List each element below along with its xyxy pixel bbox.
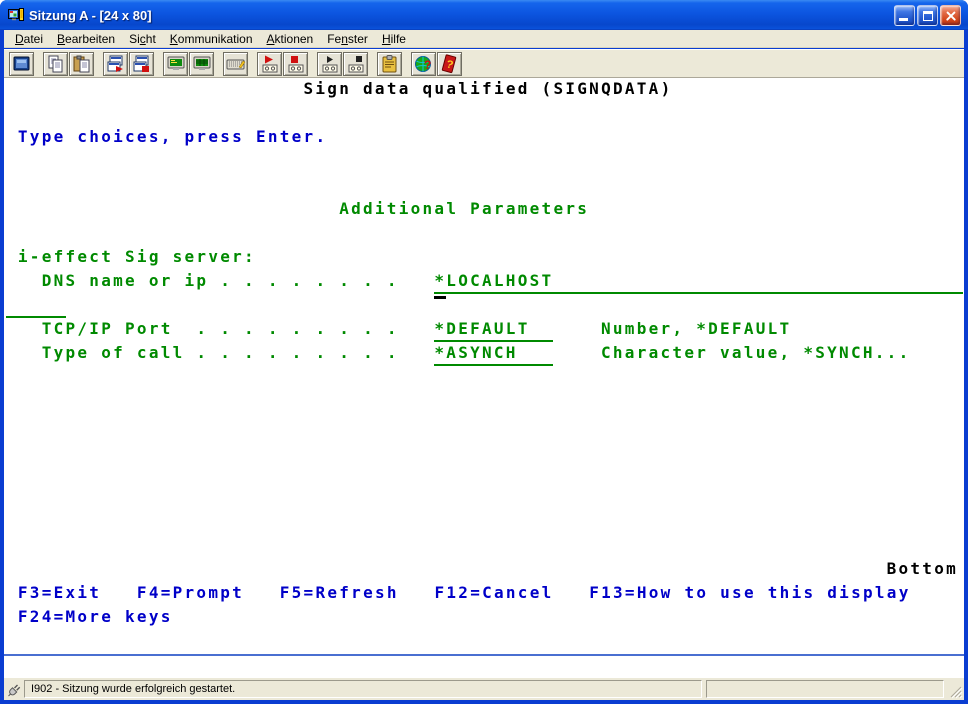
macro-play-icon — [260, 54, 280, 74]
display-grid-icon — [192, 54, 212, 74]
toolbar-button-tape-play[interactable] — [317, 52, 342, 76]
toolbar-button-send-screen[interactable] — [103, 52, 128, 76]
terminal-screen[interactable]: Sign data qualified (SIGNQDATA) Type choi… — [4, 78, 964, 654]
group-label: i-effect Sig server: — [18, 246, 256, 268]
tape-stop-icon — [346, 54, 366, 74]
menu-item-aktionen-text: A — [267, 32, 275, 46]
paste-icon — [72, 54, 92, 74]
port-field[interactable]: *DEFAULT — [434, 318, 553, 342]
window-title: Sitzung A - [24 x 80] — [29, 8, 152, 23]
keyboard-icon — [226, 54, 246, 74]
toolbar-button-macro-play[interactable] — [257, 52, 282, 76]
dns-field-continuation[interactable] — [6, 294, 66, 318]
toolbar-button-web-help[interactable]: ? — [411, 52, 436, 76]
toolbar-button-session-window[interactable] — [9, 52, 34, 76]
menu-item-fenster-text: Fe — [327, 32, 341, 46]
copy-icon — [46, 54, 66, 74]
menu-bar: DateiBearbeitenSichtKommunikationAktione… — [4, 30, 964, 48]
menu-item-kommunikation-text: ommunikation — [178, 32, 253, 46]
menu-item-fenster-text: n — [341, 32, 348, 46]
section-heading: Additional Parameters — [339, 198, 589, 220]
menu-item-sicht-text: Si — [129, 32, 140, 46]
calltype-field[interactable]: *ASYNCH — [434, 342, 553, 366]
minimize-icon — [899, 18, 908, 21]
menu-item-datei[interactable]: Datei — [8, 31, 50, 47]
menu-item-hilfe-text: H — [382, 32, 391, 46]
maximize-button[interactable] — [917, 5, 938, 26]
menu-item-kommunikation-text: K — [170, 32, 178, 46]
application-window: Sitzung A - [24 x 80] DateiBearbeitenSic… — [0, 0, 968, 704]
screen-title: Sign data qualified (SIGNQDATA) — [304, 78, 673, 100]
send-screen-icon — [106, 54, 126, 74]
menu-item-sicht[interactable]: Sicht — [122, 31, 163, 47]
session-window-icon — [12, 54, 32, 74]
toolbar-button-tape-stop[interactable] — [343, 52, 368, 76]
menu-item-bearbeiten-text: B — [57, 32, 65, 46]
close-button[interactable] — [940, 5, 961, 26]
menu-item-hilfe-text: ilfe — [391, 32, 406, 46]
toolbar-button-clipboard-notes[interactable] — [377, 52, 402, 76]
clipboard-icon — [380, 54, 400, 74]
instruction-line: Type choices, press Enter. — [18, 126, 327, 148]
connection-status-icon — [7, 681, 23, 697]
menu-item-bearbeiten[interactable]: Bearbeiten — [50, 31, 122, 47]
port-hint: Number, *DEFAULT — [601, 318, 791, 340]
toolbar-button-copy[interactable] — [43, 52, 68, 76]
bottom-indicator: Bottom — [887, 558, 958, 580]
toolbar-button-receive-screen[interactable] — [129, 52, 154, 76]
text-cursor — [434, 296, 446, 299]
status-message-panel: I902 - Sitzung wurde erfolgreich gestart… — [24, 680, 702, 698]
client-area-gap — [4, 656, 964, 678]
resize-grip[interactable] — [949, 685, 963, 699]
svg-text:?: ? — [424, 58, 431, 72]
menu-item-datei-text: D — [15, 32, 24, 46]
menu-item-aktionen[interactable]: Aktionen — [260, 31, 321, 47]
menu-item-sicht-text: ht — [146, 32, 156, 46]
toolbar-button-macro-record[interactable] — [283, 52, 308, 76]
dns-field[interactable]: *LOCALHOST — [434, 270, 962, 294]
menu-item-kommunikation[interactable]: Kommunikation — [163, 31, 260, 47]
status-secondary-panel — [706, 680, 944, 698]
function-keys-line1: F3=Exit F4=Prompt F5=Refresh F12=Cancel … — [18, 582, 911, 604]
toolbar-button-keyboard-setup[interactable] — [223, 52, 248, 76]
port-label: TCP/IP Port . . . . . . . . . — [42, 318, 399, 340]
minimize-button[interactable] — [894, 5, 915, 26]
maximize-icon — [923, 11, 933, 21]
status-message: I902 - Sitzung wurde erfolgreich gestart… — [31, 683, 235, 695]
macro-record-icon — [286, 54, 306, 74]
toolbar-button-help-index[interactable]: ? — [437, 52, 462, 76]
menu-item-hilfe[interactable]: Hilfe — [375, 31, 413, 47]
menu-item-fenster[interactable]: Fenster — [320, 31, 375, 47]
title-bar[interactable]: Sitzung A - [24 x 80] — [0, 0, 968, 30]
display-session-icon — [166, 54, 186, 74]
toolbar: ? ? — [4, 49, 964, 78]
menu-item-bearbeiten-text: earbeiten — [65, 32, 115, 46]
menu-item-aktionen-text: ktionen — [275, 32, 314, 46]
menu-item-datei-text: atei — [24, 32, 43, 46]
globe-help-icon: ? — [414, 54, 434, 74]
toolbar-button-paste[interactable] — [69, 52, 94, 76]
menu-item-fenster-text: ster — [348, 32, 368, 46]
calltype-hint: Character value, *SYNCH... — [601, 342, 910, 364]
receive-screen-icon — [132, 54, 152, 74]
dns-label: DNS name or ip . . . . . . . . — [42, 270, 399, 292]
toolbar-button-display-grid[interactable] — [189, 52, 214, 76]
toolbar-button-display-session[interactable] — [163, 52, 188, 76]
help-book-icon: ? — [440, 54, 460, 74]
tape-play-icon — [320, 54, 340, 74]
function-keys-line2: F24=More keys — [18, 606, 173, 628]
calltype-label: Type of call . . . . . . . . . — [42, 342, 399, 364]
session-app-icon — [8, 7, 24, 23]
status-bar: I902 - Sitzung wurde erfolgreich gestart… — [4, 678, 964, 700]
